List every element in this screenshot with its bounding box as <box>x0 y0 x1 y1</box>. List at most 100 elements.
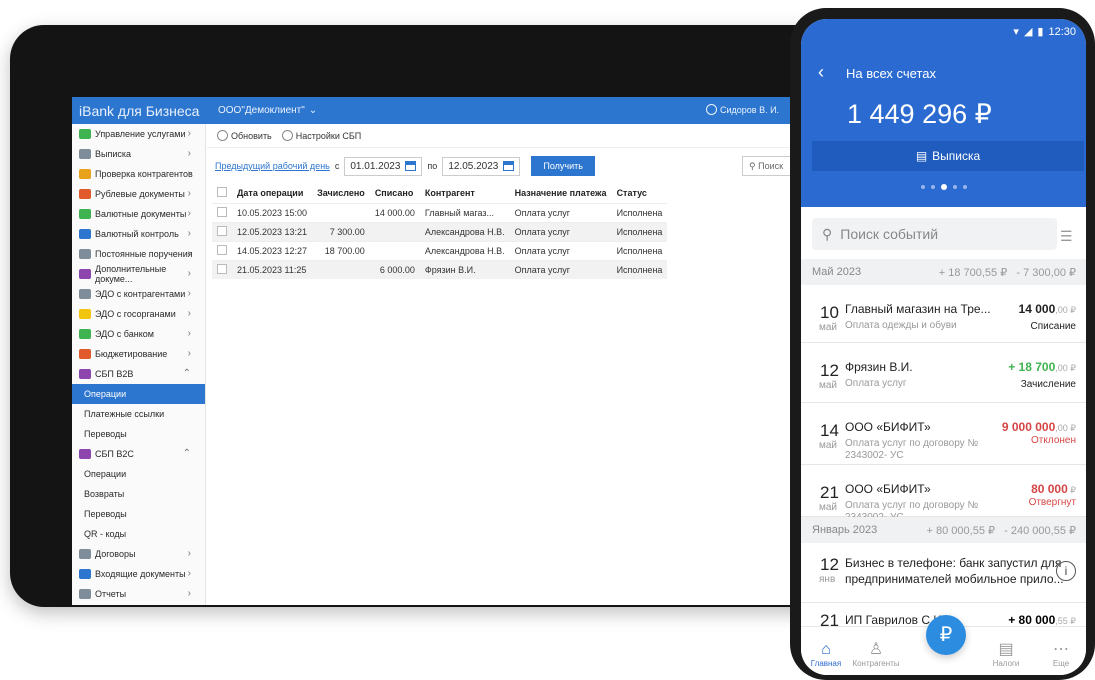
ruble-icon: ₽ <box>939 624 953 646</box>
checkbox[interactable] <box>217 225 227 236</box>
cell-date: 10.05.2023 15:00 <box>232 202 313 222</box>
sidebar-item-label: Валютные документы <box>95 209 187 219</box>
sidebar-item[interactable]: Проверка контрагентов › <box>72 164 205 184</box>
calendar-icon[interactable] <box>405 161 417 171</box>
col-status[interactable]: Статус <box>612 184 668 203</box>
wifi-icon: ▾ <box>1013 26 1019 38</box>
tx-status: Зачисление <box>1020 379 1076 390</box>
col-date[interactable]: Дата операции <box>232 184 312 203</box>
sidebar-item-label: СБП B2C <box>95 449 134 459</box>
filter-icon[interactable]: ☰ <box>1060 228 1073 245</box>
app-brand[interactable]: iBank для Бизнеса <box>72 103 206 119</box>
select-cell[interactable] <box>212 259 232 279</box>
tx-amount-cents: ,00 ₽ <box>1055 423 1076 433</box>
sidebar-item[interactable]: ЭДО с контрагентами › <box>72 284 205 304</box>
refresh-button[interactable]: Обновить <box>217 130 272 141</box>
select-cell[interactable] <box>212 202 232 222</box>
transaction-row[interactable]: 21 май ООО «БИФИТ» Оплата услуг по договору… <box>801 465 1086 523</box>
transaction-row[interactable]: 12 май Фрязин В.И. Оплата услуг + 18 700,00 … <box>801 343 1086 403</box>
select-cell[interactable] <box>212 221 232 241</box>
events-search-placeholder: Поиск событий <box>840 226 939 242</box>
tab-more-label: Еще <box>1052 659 1070 668</box>
refresh-icon <box>217 130 228 141</box>
sidebar-item[interactable]: Бюджетирование › <box>72 344 205 364</box>
sidebar-subitem[interactable]: QR - коды <box>72 524 205 544</box>
sidebar-item[interactable]: Дополнительные докуме... › <box>72 264 205 284</box>
tab-counterparties[interactable]: ♙ Контрагенты <box>851 641 901 668</box>
table-row[interactable]: 12.05.2023 13:21 7 300.00 Александрова Н.В… <box>212 221 668 241</box>
col-counterparty[interactable]: Контрагент <box>420 184 510 203</box>
cell-debited <box>369 240 420 260</box>
tx-amount-cents: ,55 ₽ <box>1055 616 1076 626</box>
sidebar-item[interactable]: ЭДО с банком › <box>72 324 205 344</box>
sidebar-subitem[interactable]: Переводы <box>72 424 205 444</box>
sidebar-item[interactable]: Выписка › <box>72 144 205 164</box>
chevron-right-icon: › <box>187 288 191 299</box>
sidebar-subitem[interactable]: Платежные ссылки <box>72 404 205 424</box>
back-arrow-icon[interactable]: ‹ <box>818 62 824 83</box>
info-icon[interactable]: i <box>1056 561 1076 581</box>
calendar-icon[interactable] <box>503 161 515 171</box>
sidebar-item[interactable]: СБП B2B ⌃ <box>72 364 205 384</box>
events-search-input[interactable]: ⚲ Поиск событий <box>812 218 1057 250</box>
month-header: Январь 2023 + 80 000,55 ₽ - 240 000,55 ₽ <box>801 517 1086 543</box>
tx-day: 21 <box>820 483 839 502</box>
sidebar-item[interactable]: СБП B2C ⌃ <box>72 444 205 464</box>
select-all-cell[interactable] <box>212 184 232 203</box>
sidebar-item[interactable]: Договоры › <box>72 544 205 564</box>
sidebar-item[interactable]: Управление услугами › <box>72 124 205 144</box>
transaction-row[interactable]: 14 май ООО «БИФИТ» Оплата услуг по договору… <box>801 403 1086 465</box>
news-item[interactable]: 12 янв Бизнес в телефоне: банк запустил … <box>801 543 1086 603</box>
col-debited[interactable]: Списано <box>370 184 420 203</box>
cell-date: 14.05.2023 12:27 <box>232 240 313 260</box>
sidebar-subitem[interactable]: Переводы <box>72 504 205 524</box>
sidebar-item[interactable]: Отчеты › <box>72 584 205 604</box>
page-dot <box>953 185 957 189</box>
tx-name: Главный магазин на Тре... <box>845 302 991 316</box>
cell-counterparty: Александрова Н.В. <box>419 221 510 241</box>
date-from-field[interactable]: 01.01.2023 <box>344 156 423 176</box>
col-credited[interactable]: Зачислено <box>312 184 370 203</box>
chevron-right-icon: › <box>187 328 191 339</box>
checkbox[interactable] <box>217 206 227 217</box>
search-icon: ⚲ <box>822 225 833 242</box>
sbp-settings-button[interactable]: Настройки СБП <box>281 130 361 141</box>
sidebar-subitem[interactable]: Операции <box>72 464 205 484</box>
transaction-row[interactable]: 10 май Главный магазин на Тре... Оплата оде… <box>801 285 1086 343</box>
ruble-docs-icon <box>79 189 91 199</box>
checkbox[interactable] <box>217 244 227 255</box>
user-menu[interactable]: Сидоров В. И. <box>706 104 779 115</box>
sidebar-item[interactable]: Валютный контроль › <box>72 224 205 244</box>
sidebar-item[interactable]: Валютные документы › <box>72 204 205 224</box>
ruble-payment-button[interactable]: ₽ <box>926 615 966 655</box>
page-dot <box>963 185 967 189</box>
sidebar-item-label: Проверка контрагентов <box>95 169 193 179</box>
tx-amount-cents: ₽ <box>1067 485 1076 495</box>
checkbox[interactable] <box>217 187 227 198</box>
prev-workday-link[interactable]: Предыдущий рабочий день <box>215 161 330 171</box>
statement-button[interactable]: ▤ Выписка <box>812 141 1084 171</box>
select-cell[interactable] <box>212 240 232 260</box>
sidebar-item[interactable]: ЭДО с госорганами › <box>72 304 205 324</box>
sidebar-subitem[interactable]: Возвраты <box>72 484 205 504</box>
date-to-field[interactable]: 12.05.2023 <box>442 156 521 176</box>
col-purpose[interactable]: Назначение платежа <box>510 184 612 203</box>
chevron-right-icon: › <box>187 568 191 579</box>
sidebar-item[interactable]: Рублевые документы › <box>72 184 205 204</box>
chevron-right-icon: › <box>187 348 191 359</box>
sidebar-item[interactable]: Входящие документы › <box>72 564 205 584</box>
search-placeholder: Поиск <box>758 161 784 171</box>
sidebar-subitem[interactable]: Операции <box>72 384 205 404</box>
table-row[interactable]: 21.05.2023 11:25 6 000.00 Фрязин В.И. Оплат… <box>212 259 668 279</box>
tab-taxes[interactable]: ▤ Налоги <box>981 641 1031 668</box>
table-row[interactable]: 14.05.2023 12:27 18 700.00 Александрова Н.… <box>212 240 668 260</box>
tab-home[interactable]: ⌂ Главная <box>801 641 851 668</box>
table-row[interactable]: 10.05.2023 15:00 14 000.00 Главный магаз..… <box>212 202 668 222</box>
get-button[interactable]: Получить <box>531 156 595 176</box>
org-name: ООО"Демоклиент" <box>218 105 305 116</box>
page-dot-active <box>941 184 947 190</box>
sidebar-item[interactable]: Постоянные поручения › <box>72 244 205 264</box>
checkbox[interactable] <box>217 263 227 274</box>
tab-more[interactable]: ⋯ Еще <box>1036 641 1086 668</box>
org-selector[interactable]: ООО"Демоклиент" ⌄ <box>218 105 317 116</box>
